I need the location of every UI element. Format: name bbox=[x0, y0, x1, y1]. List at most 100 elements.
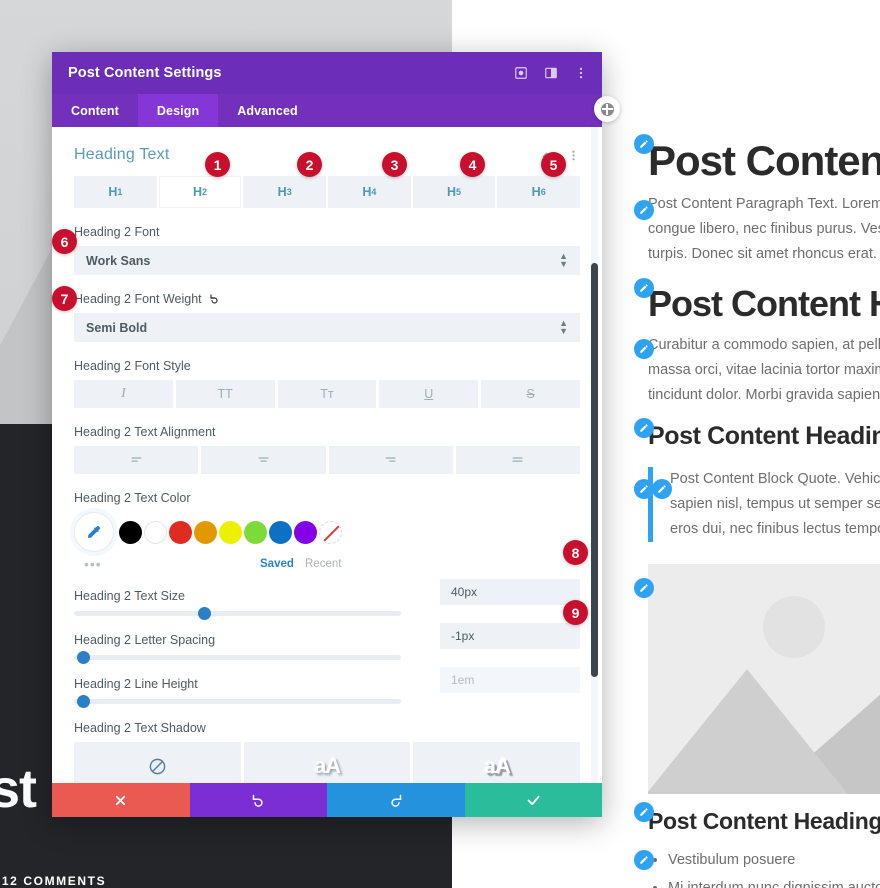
smallcaps-button[interactable]: Tᴛ bbox=[277, 380, 377, 408]
uppercase-button[interactable]: TT bbox=[175, 380, 275, 408]
text-shadow-field-label: Heading 2 Text Shadow bbox=[74, 721, 206, 735]
label-text: Heading 2 Font Weight bbox=[74, 292, 202, 306]
line-height-input[interactable]: 1em bbox=[440, 667, 580, 693]
tab-label: H bbox=[531, 185, 541, 199]
tab-sub: 5 bbox=[456, 187, 462, 197]
text-size-slider[interactable] bbox=[74, 607, 401, 620]
save-button[interactable] bbox=[464, 783, 602, 817]
tab-label: H bbox=[192, 185, 203, 199]
color-swatch-footer: ••• Saved Recent bbox=[74, 556, 580, 572]
preview-blockquote: Post Content Block Quote. Vehicula velit… bbox=[648, 467, 880, 543]
slider-thumb[interactable] bbox=[77, 695, 91, 708]
swatch-yellow[interactable] bbox=[219, 520, 242, 544]
swatch-transparent[interactable] bbox=[319, 520, 342, 544]
swatch-red[interactable] bbox=[169, 520, 192, 544]
close-icon bbox=[600, 102, 614, 116]
focus-icon[interactable] bbox=[514, 66, 528, 80]
text-alignment-field: Heading 2 Text Alignment bbox=[74, 425, 580, 474]
modal-body: Heading Text H1 H2 H3 H4 H 5 H 6 Heading… bbox=[52, 127, 602, 783]
eyedropper-icon[interactable] bbox=[74, 512, 114, 552]
list-item: Mi interdum nunc dignissim auctor bbox=[668, 874, 880, 888]
callout-badge-1: 1 bbox=[205, 152, 230, 177]
font-weight-field: Heading 2 Font Weight Semi Bold ▲ ▼ bbox=[74, 292, 580, 342]
align-right-button[interactable] bbox=[328, 446, 453, 474]
scrollbar-thumb[interactable] bbox=[591, 263, 598, 677]
slider-thumb[interactable] bbox=[77, 651, 91, 664]
heading-level-tabs: H1 H2 H3 H4 H5 H6 bbox=[74, 176, 581, 208]
edit-pencil-icon[interactable] bbox=[634, 802, 654, 823]
swatch-green[interactable] bbox=[244, 520, 267, 544]
shadow-sample-text: aA bbox=[313, 753, 341, 778]
more-vertical-icon[interactable] bbox=[574, 66, 588, 80]
letter-spacing-slider[interactable] bbox=[74, 651, 401, 664]
tab-design[interactable]: Design bbox=[137, 94, 219, 127]
swatch-blue[interactable] bbox=[269, 520, 292, 544]
callout-badge-7: 7 bbox=[52, 286, 77, 311]
swatch-white[interactable] bbox=[144, 520, 167, 544]
align-left-button[interactable] bbox=[74, 446, 199, 474]
callout-badge-9: 9 bbox=[563, 600, 588, 625]
preview-heading-3: Post Content Heading 3 bbox=[648, 421, 880, 450]
preview-blockquote-line: sapien nisl, tempus ut semper sed, congu… bbox=[670, 496, 880, 513]
preview-paragraph-line: Curabitur a commodo sapien, at pellentes… bbox=[648, 336, 880, 353]
text-size-input[interactable]: 40px bbox=[440, 579, 580, 605]
cancel-button[interactable] bbox=[52, 783, 190, 817]
text-alignment-buttons bbox=[74, 446, 580, 474]
align-center-button[interactable] bbox=[201, 446, 326, 474]
swatch-orange[interactable] bbox=[194, 520, 217, 544]
line-height-slider[interactable] bbox=[74, 695, 401, 708]
reset-icon[interactable] bbox=[209, 293, 221, 305]
edit-pencil-icon[interactable] bbox=[634, 338, 654, 359]
more-colors-icon[interactable]: ••• bbox=[84, 556, 102, 572]
preview-blockquote-line: eros dui, nec finibus lectus tempor nec.… bbox=[670, 521, 880, 538]
heading-tab-h2[interactable]: H2 bbox=[158, 176, 242, 208]
edit-pencil-icon[interactable] bbox=[634, 578, 654, 599]
heading-text-section-header: Heading Text bbox=[74, 127, 580, 170]
font-select-value: Work Sans bbox=[86, 253, 151, 268]
font-style-field-label: Heading 2 Font Style bbox=[74, 359, 191, 373]
preview-heading-1: Post Content He bbox=[648, 137, 880, 184]
tab-sub: 2 bbox=[202, 187, 208, 197]
strikethrough-button[interactable]: S bbox=[481, 380, 580, 408]
heading-tab-h4[interactable]: H4 bbox=[328, 176, 411, 208]
preview-paragraph-1: Post Content Paragraph Text. Lorem ipsum… bbox=[648, 192, 880, 267]
tab-content[interactable]: Content bbox=[52, 94, 138, 127]
color-swatch-row bbox=[74, 512, 580, 552]
italic-button[interactable]: I bbox=[74, 380, 173, 408]
font-select[interactable]: Work Sans ▲ ▼ bbox=[74, 246, 580, 275]
edit-pencil-icon[interactable] bbox=[634, 417, 654, 438]
heading-tab-h6[interactable]: H6 bbox=[497, 176, 581, 208]
preview-paragraph-line: massa orci, vitae lacinia tortor maximus… bbox=[648, 361, 880, 378]
letter-spacing-input[interactable]: -1px bbox=[440, 623, 580, 649]
tab-sub: 4 bbox=[371, 187, 377, 197]
edit-pencil-icon[interactable] bbox=[634, 134, 654, 154]
chevron-updown-icon: ▲ ▼ bbox=[559, 250, 568, 269]
recent-colors-tab[interactable]: Recent bbox=[305, 558, 341, 570]
font-weight-select[interactable]: Semi Bold ▲ ▼ bbox=[74, 313, 580, 342]
tab-label: H bbox=[447, 185, 457, 199]
text-color-field: Heading 2 Text Color ••• Saved Recent bbox=[74, 491, 580, 572]
font-weight-select-value: Semi Bold bbox=[86, 320, 148, 335]
shadow-hard-button[interactable]: aA bbox=[413, 742, 581, 783]
preview-paragraph-line: Post Content Paragraph Text. Lorem ipsum… bbox=[648, 196, 880, 213]
collapse-panel-button[interactable] bbox=[594, 96, 620, 122]
underline-button[interactable]: U bbox=[379, 380, 479, 408]
tab-advanced[interactable]: Advanced bbox=[218, 94, 317, 127]
heading-tab-h3[interactable]: H3 bbox=[243, 176, 327, 208]
heading-tab-h1[interactable]: H1 bbox=[74, 176, 157, 208]
slider-thumb[interactable] bbox=[198, 607, 212, 620]
text-size-slider-row: 40px bbox=[74, 579, 580, 620]
undo-button[interactable] bbox=[189, 783, 327, 817]
saved-colors-tab[interactable]: Saved bbox=[260, 558, 294, 570]
heading-tab-h5[interactable]: H5 bbox=[412, 176, 496, 208]
shadow-none-button[interactable] bbox=[74, 742, 241, 783]
redo-button[interactable] bbox=[327, 783, 465, 817]
swatch-purple[interactable] bbox=[294, 520, 317, 544]
shadow-soft-button[interactable]: aA bbox=[243, 742, 411, 783]
swatch-black[interactable] bbox=[119, 520, 142, 544]
callout-badge-3: 3 bbox=[382, 152, 407, 177]
panel-layout-icon[interactable] bbox=[544, 66, 558, 80]
edit-pencil-icon[interactable] bbox=[634, 849, 654, 870]
more-vertical-icon[interactable] bbox=[567, 149, 580, 162]
align-justify-button[interactable] bbox=[455, 446, 580, 474]
